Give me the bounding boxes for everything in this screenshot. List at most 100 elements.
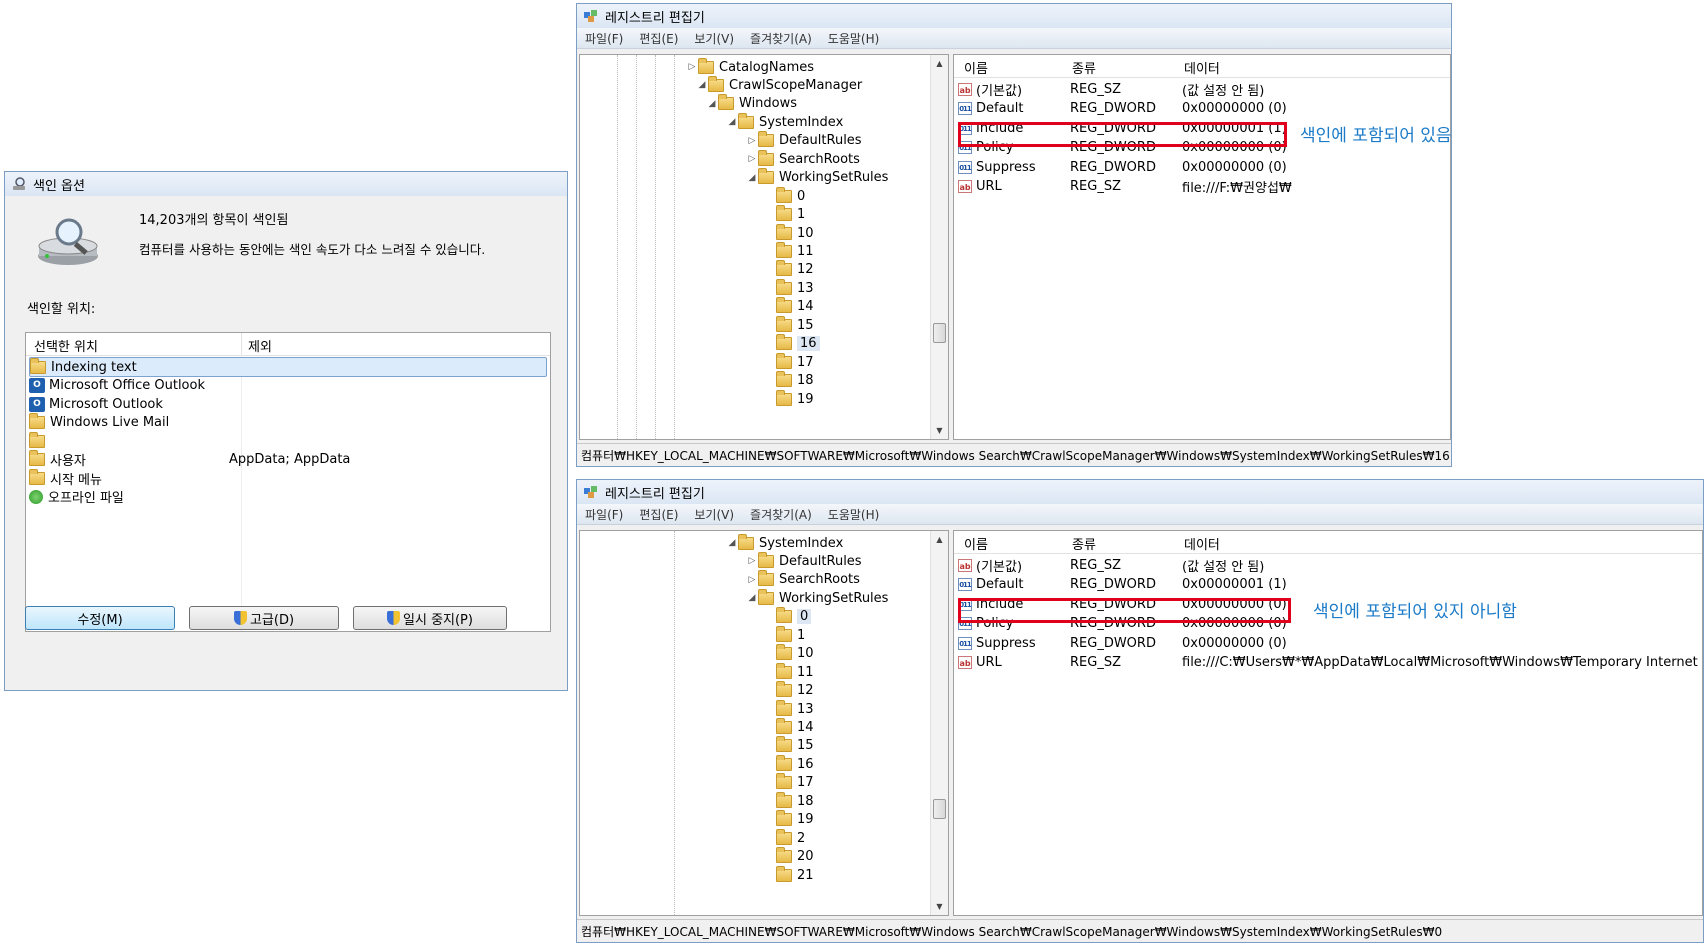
regedit-bottom-tree-scrollbar[interactable]: ▲ ▼ <box>930 531 948 915</box>
collapsed-arrow-icon[interactable]: ▷ <box>746 154 758 164</box>
tree-item[interactable]: 11 <box>764 242 814 262</box>
list-item[interactable] <box>29 431 547 451</box>
collapsed-arrow-icon[interactable]: ▷ <box>746 136 758 146</box>
col-type[interactable]: 종류 <box>1072 534 1096 553</box>
regedit-bottom-values[interactable]: 이름 종류 데이터 ab (기본값) REG_SZ (값 설정 안 됨) 011 Defa… <box>953 530 1703 916</box>
tree-item[interactable]: 0 <box>764 607 812 627</box>
expanded-arrow-icon[interactable]: ◢ <box>726 117 738 127</box>
scroll-up-arrow-icon[interactable]: ▲ <box>931 55 948 72</box>
tree-item[interactable]: ◢ SystemIndex <box>726 533 843 553</box>
tree-item[interactable]: 19 <box>764 389 814 409</box>
menu-item-3[interactable]: 즐겨찾기(A) <box>750 506 812 523</box>
collapsed-arrow-icon[interactable]: ▷ <box>686 62 698 72</box>
tree-item[interactable]: 16 <box>764 754 814 774</box>
tree-item[interactable]: ◢ CrawlScopeManager <box>696 75 862 95</box>
expanded-arrow-icon[interactable]: ◢ <box>746 593 758 603</box>
col-name[interactable]: 이름 <box>964 534 988 553</box>
scroll-down-arrow-icon[interactable]: ▼ <box>931 898 948 915</box>
menu-item-1[interactable]: 편집(E) <box>639 30 678 47</box>
tree-item[interactable]: 12 <box>764 260 814 280</box>
col-data[interactable]: 데이터 <box>1184 534 1220 553</box>
list-item[interactable]: O Microsoft Office Outlook <box>29 376 547 396</box>
collapsed-arrow-icon[interactable]: ▷ <box>746 556 758 566</box>
list-item[interactable]: 시작 메뉴 <box>29 468 547 488</box>
scroll-thumb[interactable] <box>933 799 946 819</box>
value-row[interactable]: 011 Default REG_DWORD 0x00000001 (1) <box>958 575 1287 595</box>
tree-item[interactable]: 1 <box>764 625 805 645</box>
tree-item[interactable]: 15 <box>764 315 814 335</box>
menu-item-0[interactable]: 파일(F) <box>585 30 623 47</box>
tree-item[interactable]: 15 <box>764 736 814 756</box>
tree-item[interactable]: 10 <box>764 223 814 243</box>
tree-item[interactable]: 18 <box>764 791 814 811</box>
modify-button[interactable]: 수정(M) <box>25 606 175 630</box>
indexing-options-titlebar[interactable]: 색인 옵션 <box>5 172 567 196</box>
locations-list[interactable]: 선택한 위치 제외 Indexing text O Microsoft Office… <box>25 332 551 632</box>
tree-item[interactable]: ▷ DefaultRules <box>746 551 862 571</box>
tree-item[interactable]: 12 <box>764 681 814 701</box>
tree-item[interactable]: ◢ WorkingSetRules <box>746 168 888 188</box>
scroll-down-arrow-icon[interactable]: ▼ <box>931 422 948 439</box>
regedit-top-values[interactable]: 이름 종류 데이터 ab (기본값) REG_SZ (값 설정 안 됨) 011 Defa… <box>953 54 1451 440</box>
tree-item[interactable]: 21 <box>764 865 814 885</box>
tree-item[interactable]: 17 <box>764 352 814 372</box>
tree-item[interactable]: 14 <box>764 718 814 738</box>
tree-item[interactable]: 1 <box>764 205 805 225</box>
col-selected-location[interactable]: 선택한 위치 <box>34 336 98 355</box>
col-type[interactable]: 종류 <box>1072 58 1096 77</box>
value-row[interactable]: 011 Suppress REG_DWORD 0x00000000 (0) <box>958 157 1287 177</box>
tree-item[interactable]: 10 <box>764 644 814 664</box>
menu-item-0[interactable]: 파일(F) <box>585 506 623 523</box>
regedit-bottom-titlebar[interactable]: 레지스트리 편집기 <box>577 480 1703 504</box>
expanded-arrow-icon[interactable]: ◢ <box>746 173 758 183</box>
expanded-arrow-icon[interactable]: ◢ <box>696 80 708 90</box>
value-row[interactable]: ab URL REG_SZ file:///C:₩Users₩*₩AppData₩Lo… <box>958 653 1702 673</box>
value-row[interactable]: ab (기본값) REG_SZ (값 설정 안 됨) <box>958 555 1264 575</box>
regedit-bottom-tree[interactable]: ◢ SystemIndex ▷ DefaultRules ▷ SearchRoots ◢ Wo… <box>579 530 949 916</box>
tree-item[interactable]: 14 <box>764 297 814 317</box>
value-row[interactable]: ab (기본값) REG_SZ (값 설정 안 됨) <box>958 79 1264 99</box>
menu-item-2[interactable]: 보기(V) <box>694 30 734 47</box>
list-item[interactable]: O Microsoft Outlook <box>29 394 547 414</box>
tree-item[interactable]: 2 <box>764 828 805 848</box>
list-item[interactable]: 사용자 AppData; AppData <box>29 450 547 470</box>
tree-item[interactable]: 16 <box>764 334 820 354</box>
tree-item[interactable]: 0 <box>764 186 805 206</box>
regedit-top-titlebar[interactable]: 레지스트리 편집기 <box>577 4 1451 28</box>
list-item[interactable]: 오프라인 파일 <box>29 487 547 507</box>
menu-item-3[interactable]: 즐겨찾기(A) <box>750 30 812 47</box>
tree-item[interactable]: ▷ DefaultRules <box>746 131 862 151</box>
value-row[interactable]: 011 Suppress REG_DWORD 0x00000000 (0) <box>958 633 1287 653</box>
tree-item[interactable]: 17 <box>764 773 814 793</box>
expanded-arrow-icon[interactable]: ◢ <box>726 538 738 548</box>
list-item[interactable]: Windows Live Mail <box>29 413 547 433</box>
tree-item[interactable]: 19 <box>764 810 814 830</box>
scroll-up-arrow-icon[interactable]: ▲ <box>931 531 948 548</box>
tree-item[interactable]: 13 <box>764 278 814 298</box>
tree-item[interactable]: ◢ WorkingSetRules <box>746 588 888 608</box>
list-item[interactable]: Indexing text <box>29 357 547 377</box>
expanded-arrow-icon[interactable]: ◢ <box>706 99 718 109</box>
menu-item-4[interactable]: 도움말(H) <box>828 30 880 47</box>
tree-item[interactable]: ▷ SearchRoots <box>746 149 860 169</box>
scroll-thumb[interactable] <box>933 323 946 343</box>
menu-item-4[interactable]: 도움말(H) <box>828 506 880 523</box>
menu-item-1[interactable]: 편집(E) <box>639 506 678 523</box>
pause-button[interactable]: 일시 중지(P) <box>353 606 507 630</box>
tree-item[interactable]: ◢ Windows <box>706 94 797 114</box>
col-exclude[interactable]: 제외 <box>248 336 272 355</box>
col-data[interactable]: 데이터 <box>1184 58 1220 77</box>
regedit-top-tree[interactable]: ▷ CatalogNames ◢ CrawlScopeManager ◢ Windows ◢… <box>579 54 949 440</box>
tree-item[interactable]: ▷ SearchRoots <box>746 570 860 590</box>
menu-item-2[interactable]: 보기(V) <box>694 506 734 523</box>
collapsed-arrow-icon[interactable]: ▷ <box>746 575 758 585</box>
regedit-top-tree-scrollbar[interactable]: ▲ ▼ <box>930 55 948 439</box>
value-row[interactable]: 011 Default REG_DWORD 0x00000000 (0) <box>958 99 1287 119</box>
value-row[interactable]: ab URL REG_SZ file:///F:₩권양섭₩ <box>958 177 1292 197</box>
tree-item[interactable]: ◢ SystemIndex <box>726 112 843 132</box>
advanced-button[interactable]: 고급(D) <box>189 606 339 630</box>
col-name[interactable]: 이름 <box>964 58 988 77</box>
tree-item[interactable]: 20 <box>764 847 814 867</box>
tree-item[interactable]: 11 <box>764 662 814 682</box>
tree-item[interactable]: ▷ CatalogNames <box>686 57 814 77</box>
